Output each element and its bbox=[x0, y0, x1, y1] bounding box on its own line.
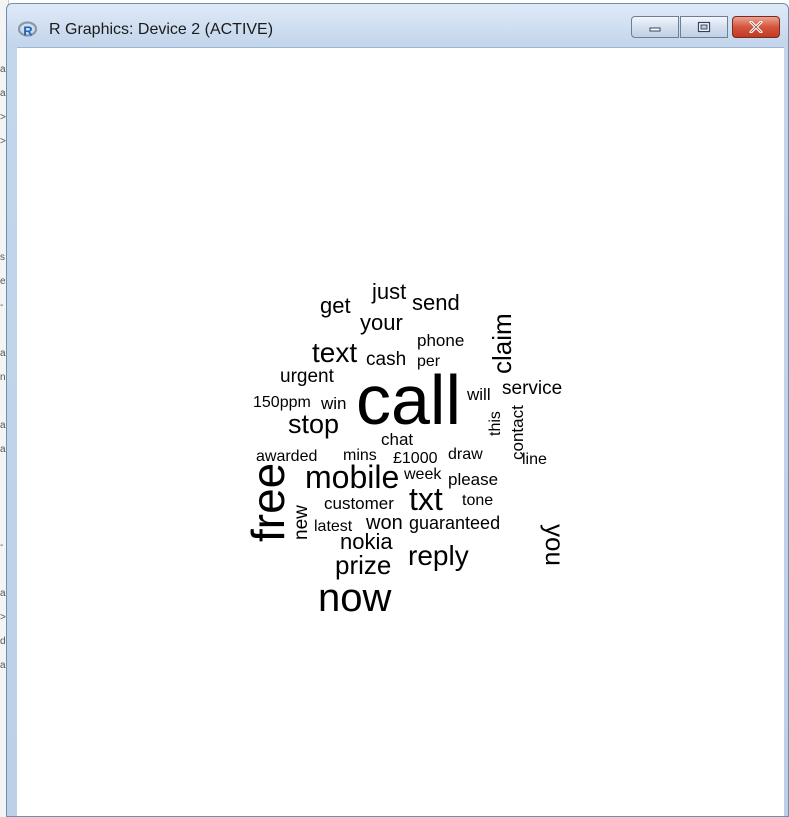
svg-text:R: R bbox=[23, 24, 33, 39]
word-cloud: call now free mobile txt reply text stop… bbox=[242, 279, 570, 620]
maximize-icon bbox=[697, 21, 711, 33]
word-cash: cash bbox=[366, 349, 406, 370]
title-bar[interactable]: R R Graphics: Device 2 (ACTIVE) bbox=[7, 4, 788, 46]
word-chat: chat bbox=[381, 430, 413, 449]
word-just: just bbox=[371, 279, 406, 304]
word-awarded: awarded bbox=[256, 448, 317, 465]
word-now: now bbox=[318, 576, 391, 620]
word-will: will bbox=[466, 385, 491, 404]
word-150ppm: 150ppm bbox=[253, 394, 311, 411]
word-prize: prize bbox=[335, 550, 391, 580]
word-line: line bbox=[522, 451, 547, 468]
close-button[interactable] bbox=[732, 16, 780, 38]
word-draw: draw bbox=[448, 446, 483, 463]
word-new: new bbox=[291, 505, 312, 540]
word-free: free bbox=[242, 463, 294, 542]
word-service: service bbox=[502, 378, 562, 399]
word-claim: claim bbox=[487, 313, 517, 374]
word-your: your bbox=[360, 310, 403, 335]
word-reply: reply bbox=[408, 540, 469, 571]
word-mins: mins bbox=[343, 447, 377, 464]
word-this: this bbox=[487, 411, 504, 436]
word-won: won bbox=[365, 512, 403, 534]
minimize-icon bbox=[649, 27, 661, 32]
word-stop: stop bbox=[288, 409, 339, 439]
word-urgent: urgent bbox=[280, 366, 335, 387]
word-week: week bbox=[403, 466, 442, 483]
word-pound1000: £1000 bbox=[393, 450, 438, 467]
word-tone: tone bbox=[462, 492, 493, 509]
word-per: per bbox=[417, 353, 441, 370]
word-get: get bbox=[320, 293, 351, 318]
r-logo-icon: R bbox=[18, 21, 37, 39]
close-icon bbox=[749, 21, 763, 33]
maximize-button[interactable] bbox=[680, 16, 728, 38]
word-send: send bbox=[412, 290, 460, 315]
word-win: win bbox=[320, 394, 347, 413]
r-graphics-window: R R Graphics: Device 2 (ACTIVE) call now bbox=[6, 3, 789, 817]
word-latest: latest bbox=[314, 518, 353, 535]
word-customer: customer bbox=[324, 494, 394, 513]
word-mobile: mobile bbox=[305, 459, 399, 495]
minimize-button[interactable] bbox=[631, 16, 679, 38]
plot-area: call now free mobile txt reply text stop… bbox=[17, 47, 784, 816]
window-title: R Graphics: Device 2 (ACTIVE) bbox=[49, 21, 274, 38]
word-call: call bbox=[356, 361, 461, 439]
word-text: text bbox=[312, 337, 357, 368]
word-you: you bbox=[540, 524, 570, 566]
word-please: please bbox=[448, 470, 498, 489]
word-guaranteed: guaranteed bbox=[409, 513, 500, 533]
word-txt: txt bbox=[409, 481, 443, 517]
word-phone: phone bbox=[417, 331, 464, 350]
